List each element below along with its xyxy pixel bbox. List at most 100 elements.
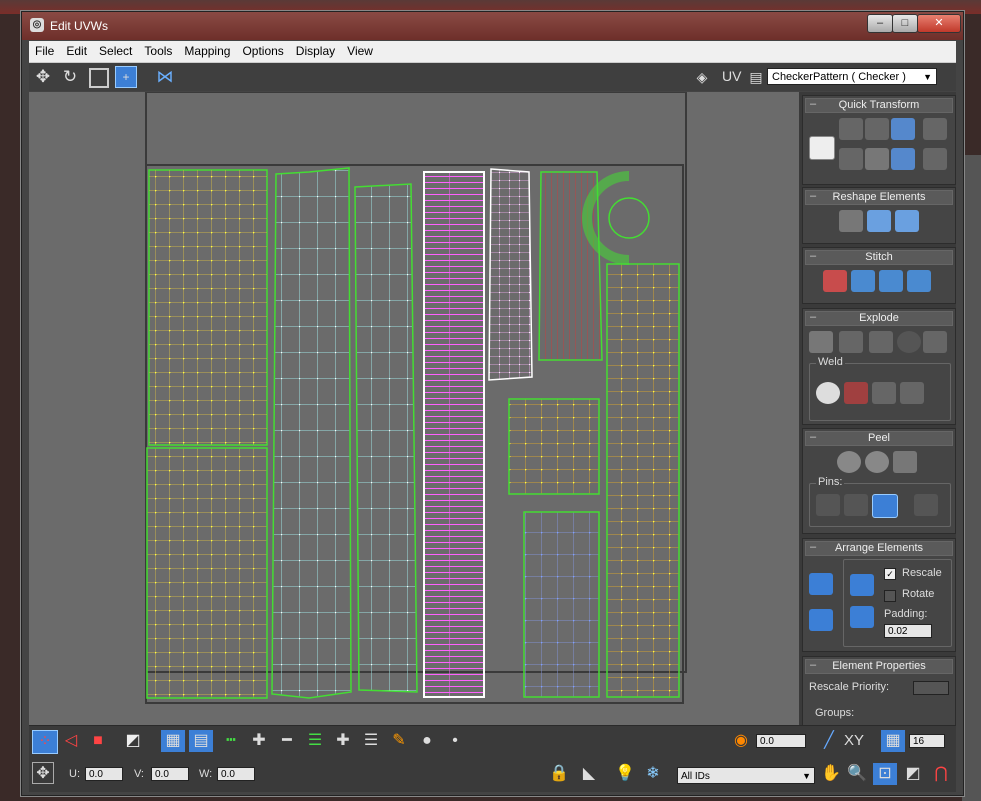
uv-shell-5[interactable]: [423, 171, 485, 698]
stitch-source-icon[interactable]: [823, 270, 847, 292]
uv-label[interactable]: UV: [722, 68, 741, 84]
weld-edges-icon[interactable]: [872, 382, 896, 404]
grow-select-icon[interactable]: ▦: [161, 730, 185, 752]
uv-shell-12[interactable]: [523, 511, 600, 698]
stitch-average-icon[interactable]: [851, 270, 875, 292]
arc-icon[interactable]: [895, 210, 919, 232]
zoom-icon[interactable]: 🔍: [845, 763, 869, 785]
peel-header[interactable]: – Peel: [805, 431, 953, 446]
pan-icon[interactable]: ✋: [819, 763, 843, 785]
rotate-cw-icon[interactable]: [891, 118, 915, 140]
minimize-button[interactable]: –: [867, 14, 893, 33]
pack-recursive-icon[interactable]: [850, 606, 874, 628]
menu-mapping[interactable]: Mapping: [178, 41, 236, 62]
pin-icon[interactable]: [816, 494, 840, 516]
align-pivot-icon[interactable]: [809, 136, 835, 160]
straighten-icon[interactable]: [865, 118, 889, 140]
uv-shell-6[interactable]: [488, 168, 533, 381]
padding-spinner[interactable]: 0.02: [884, 624, 932, 638]
quick-peel-icon[interactable]: [837, 451, 861, 473]
shrink-ring-icon[interactable]: ☰: [359, 730, 383, 752]
hide-icon[interactable]: ◣: [577, 763, 601, 785]
grow-loop-icon[interactable]: ✚: [247, 730, 271, 752]
sphere-icon[interactable]: [897, 331, 921, 353]
lscm-peel-icon[interactable]: [865, 451, 889, 473]
reshape-header[interactable]: – Reshape Elements: [805, 190, 953, 205]
maximize-button[interactable]: □: [892, 14, 918, 33]
move-icon[interactable]: ✥: [32, 66, 54, 88]
arrange-header[interactable]: – Arrange Elements: [805, 541, 953, 556]
ring-icon[interactable]: ☰: [303, 730, 327, 752]
grow-ring-icon[interactable]: ✚: [331, 730, 355, 752]
stitch-target-icon[interactable]: [879, 270, 903, 292]
rotate-icon[interactable]: ↻: [59, 66, 81, 88]
menu-view[interactable]: View: [341, 41, 379, 62]
u-spinner[interactable]: 0.0: [85, 767, 123, 781]
menu-select[interactable]: Select: [93, 41, 138, 62]
detach-icon[interactable]: [839, 331, 863, 353]
menu-edit[interactable]: Edit: [60, 41, 93, 62]
explode-header[interactable]: – Explode: [805, 311, 953, 326]
snap-icon[interactable]: ⋂: [929, 763, 953, 785]
shrink-brush-icon[interactable]: •: [443, 730, 467, 752]
mirror-icon[interactable]: ⋈: [154, 66, 176, 88]
rescale-priority-spinner[interactable]: [913, 681, 949, 695]
checker-icon[interactable]: ◈: [691, 66, 713, 88]
uv-shell-3[interactable]: [271, 167, 352, 699]
flatten-icon[interactable]: [923, 331, 947, 353]
rotate-ccw-icon[interactable]: [891, 148, 915, 170]
fit-icon[interactable]: [865, 148, 889, 170]
shrink-select-icon[interactable]: ▤: [189, 730, 213, 752]
title-bar[interactable]: ◎ Edit UVWs – □ ✕: [22, 12, 963, 40]
shrink-loop-icon[interactable]: ━: [275, 730, 299, 752]
grid-spinner[interactable]: 16: [909, 734, 945, 748]
v-spinner[interactable]: 0.0: [151, 767, 189, 781]
rotate-checkbox[interactable]: [884, 590, 896, 602]
relax-icon[interactable]: [867, 210, 891, 232]
vertex-select-icon[interactable]: ⁘: [32, 730, 58, 754]
texture-dropdown[interactable]: CheckerPattern ( Checker ) ▼: [767, 68, 937, 85]
element-properties-header[interactable]: – Element Properties: [805, 659, 953, 674]
quick-transform-header[interactable]: – Quick Transform: [805, 98, 953, 113]
space-horizontal-icon[interactable]: [923, 118, 947, 140]
rescale-checkbox[interactable]: ✓: [884, 568, 896, 580]
uv-shell-8[interactable]: [608, 197, 650, 239]
falloff-icon[interactable]: ╱: [817, 730, 841, 752]
menu-file[interactable]: File: [29, 41, 60, 62]
lock-icon[interactable]: 🔒: [547, 763, 571, 785]
bulb-icon[interactable]: 💡: [613, 763, 637, 785]
grid-snap-icon[interactable]: ▦: [881, 730, 905, 752]
uv-shell-10[interactable]: [606, 263, 680, 698]
auto-pin-icon[interactable]: [872, 494, 898, 518]
uv-shell-2[interactable]: [146, 447, 268, 699]
menu-tools[interactable]: Tools: [138, 41, 178, 62]
zoom-extents-icon[interactable]: ◩: [901, 763, 925, 785]
unpin-icon[interactable]: [844, 494, 868, 516]
zoom-region-icon[interactable]: ⊡: [873, 763, 897, 785]
edge-select-icon[interactable]: ◁: [59, 730, 83, 752]
straighten-selection-icon[interactable]: [839, 210, 863, 232]
break-icon[interactable]: [809, 331, 833, 353]
soft-selection-spinner[interactable]: 0.0: [756, 734, 806, 748]
select-pins-icon[interactable]: [914, 494, 938, 516]
face-select-icon[interactable]: ■: [86, 730, 110, 752]
absolute-offset-icon[interactable]: ✥: [32, 762, 54, 784]
weld-all-icon[interactable]: [900, 382, 924, 404]
uv-shell-11[interactable]: [508, 398, 600, 495]
paint-select-icon[interactable]: ✎: [387, 730, 411, 752]
pack-custom-icon[interactable]: [809, 573, 833, 595]
list-icon[interactable]: ▤: [745, 66, 767, 88]
loop-icon[interactable]: ┅: [219, 730, 243, 752]
menu-options[interactable]: Options: [236, 41, 289, 62]
pack-together-icon[interactable]: [850, 574, 874, 596]
ids-dropdown[interactable]: All IDs ▼: [677, 767, 815, 784]
stitch-custom-icon[interactable]: [907, 270, 931, 292]
scale-icon[interactable]: [89, 68, 109, 88]
align-horizontal-icon[interactable]: [839, 118, 863, 140]
space-vertical-icon[interactable]: [923, 148, 947, 170]
pack-normalize-icon[interactable]: [809, 609, 833, 631]
freeform-icon[interactable]: +: [115, 66, 137, 88]
align-vertical-icon[interactable]: [839, 148, 863, 170]
uv-editor-viewport[interactable]: [29, 92, 799, 725]
weld-selected-icon[interactable]: [844, 382, 868, 404]
